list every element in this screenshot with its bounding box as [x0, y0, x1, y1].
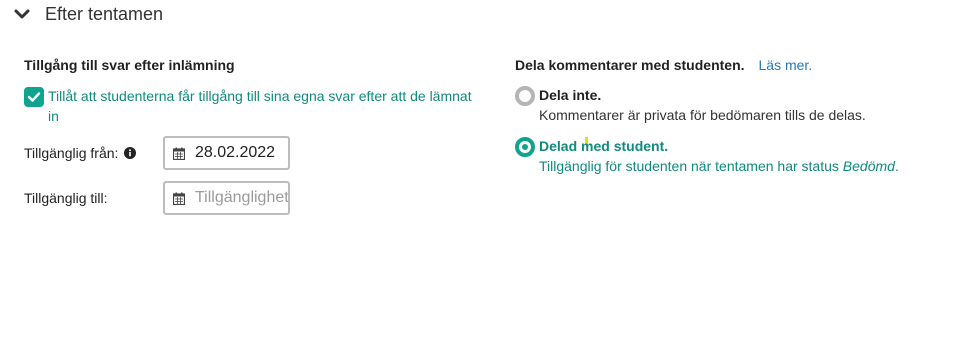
option-dont-share-desc: Kommentarer är privata för bedömaren til…	[539, 107, 866, 123]
option-shared-desc-prefix: Tillgänglig för studenten när tentamen h…	[539, 158, 843, 174]
option-dont-share-label: Dela inte.	[539, 87, 602, 103]
radio-shared[interactable]	[515, 137, 535, 157]
radio-dont-share[interactable]	[515, 86, 535, 106]
chevron-down-icon[interactable]	[12, 4, 32, 24]
allow-access-label: Tillåt att studenterna får tillgång till…	[48, 88, 472, 124]
available-to-label: Tillgänglig till:	[24, 190, 108, 206]
access-panel: Tillgång till svar efter inlämning Tillå…	[24, 56, 472, 215]
available-to-row: Tillgänglig till: Tillgänglighet	[24, 181, 290, 215]
calendar-icon	[173, 192, 185, 205]
available-from-value: 28.02.2022	[195, 144, 276, 161]
option-shared-desc-suffix: .	[894, 158, 899, 174]
option-shared-desc: Tillgänglig för studenten när tentamen h…	[539, 156, 899, 176]
option-shared-label: Delad med student.	[539, 138, 669, 154]
read-more-link[interactable]: Läs mer.	[759, 57, 813, 73]
check-icon	[27, 92, 41, 102]
option-shared-desc-status: Bedömd	[842, 158, 895, 174]
section-header-after-exam[interactable]: Efter tentamen	[12, 0, 163, 28]
comments-title-row: Dela kommentarer med studenten. Läs mer.	[515, 56, 955, 74]
available-from-label-text: Tillgänglig från:	[24, 145, 119, 161]
available-from-input[interactable]: 28.02.2022	[163, 136, 290, 170]
available-from-row: Tillgänglig från: 28.02.2022	[24, 136, 290, 170]
available-from-label: Tillgänglig från:	[24, 145, 137, 161]
calendar-icon	[173, 147, 185, 160]
allow-access-row[interactable]: Tillåt att studenterna får tillgång till…	[24, 86, 478, 126]
comments-title: Dela kommentarer med studenten.	[515, 57, 745, 73]
allow-access-checkbox[interactable]	[24, 87, 44, 107]
section-title: Efter tentamen	[45, 3, 164, 24]
available-to-placeholder: Tillgänglighet	[195, 189, 289, 206]
info-circle-icon[interactable]	[124, 147, 137, 159]
comments-panel: Dela kommentarer med studenten. Läs mer. …	[515, 56, 955, 174]
access-title: Tillgång till svar efter inlämning	[24, 57, 235, 73]
available-to-input[interactable]: Tillgänglighet	[163, 181, 290, 215]
